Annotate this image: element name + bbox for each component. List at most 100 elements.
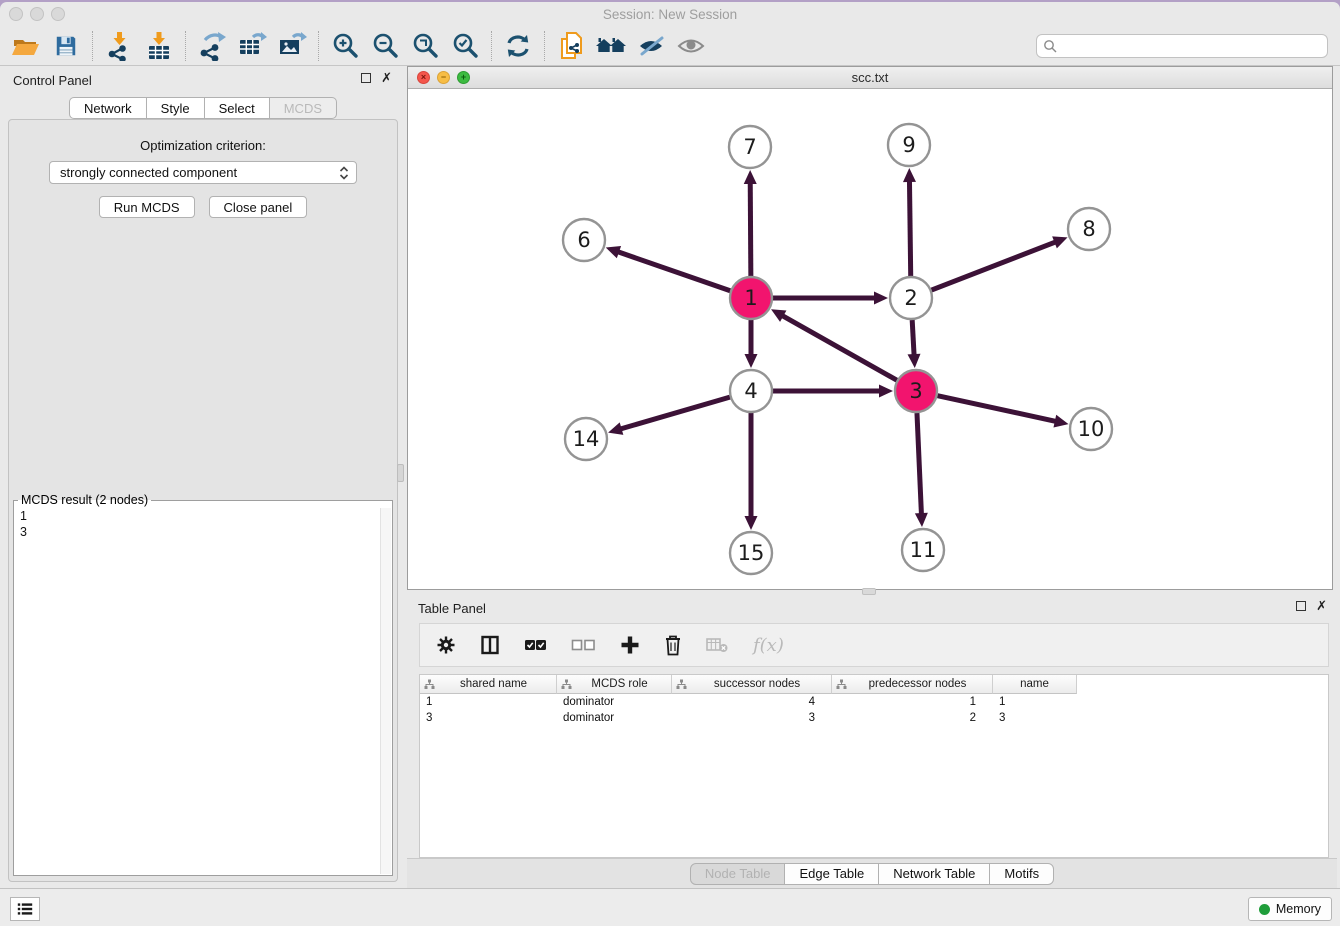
column-header-name[interactable]: name	[993, 675, 1077, 694]
table-tabs-bar: Node Table Edge Table Network Table Moti…	[407, 858, 1337, 888]
table-row[interactable]: 3 dominator 3 2 3	[420, 710, 1328, 726]
show-hidden-button[interactable]	[671, 28, 711, 64]
desktop: Session: New Session	[0, 0, 1340, 926]
toolbar-separator	[491, 31, 492, 61]
tab-select[interactable]: Select	[204, 97, 270, 119]
criterion-select[interactable]: strongly connected component	[49, 161, 357, 184]
refresh-view-button[interactable]	[498, 28, 538, 64]
open-session-button[interactable]	[6, 28, 46, 64]
export-network-button[interactable]	[192, 28, 232, 64]
tab-network-table[interactable]: Network Table	[878, 863, 990, 885]
graph-edge-arrowhead	[915, 513, 928, 527]
column-header-shared-name[interactable]: shared name	[420, 675, 557, 694]
tab-style[interactable]: Style	[146, 97, 205, 119]
network-canvas[interactable]: 1234678910111415	[408, 89, 1332, 589]
zoom-selected-icon	[451, 32, 479, 60]
tab-network[interactable]: Network	[69, 97, 147, 119]
graph-edge-2-8[interactable]	[932, 241, 1058, 290]
graph-node-label-15: 15	[738, 541, 765, 565]
column-header-mcds-role[interactable]: MCDS role	[557, 675, 672, 694]
graph-node-label-3: 3	[909, 379, 922, 403]
trash-icon	[664, 634, 682, 656]
toolbar-separator	[318, 31, 319, 61]
cell-mcds-role: dominator	[557, 694, 672, 710]
graph-edge-2-9[interactable]	[909, 179, 910, 276]
graph-node-label-2: 2	[904, 286, 917, 310]
cell-mcds-role: dominator	[557, 710, 672, 726]
memory-button[interactable]: Memory	[1248, 897, 1332, 921]
control-panel: Control Panel ✗ Network Style Select MCD…	[2, 67, 404, 888]
close-panel-button[interactable]: Close panel	[209, 196, 308, 218]
export-table-button[interactable]	[232, 28, 272, 64]
result-scrollbar[interactable]	[380, 508, 391, 874]
export-image-icon	[277, 31, 307, 61]
graph-edge-3-11[interactable]	[917, 413, 922, 516]
tab-edge-table[interactable]: Edge Table	[784, 863, 879, 885]
graph-edge-3-1[interactable]	[781, 315, 897, 381]
float-panel-icon[interactable]	[361, 73, 371, 83]
export-network-icon	[197, 31, 227, 61]
save-session-button[interactable]	[46, 28, 86, 64]
graph-node-label-10: 10	[1078, 417, 1105, 441]
create-column-button[interactable]	[620, 635, 640, 655]
clone-network-icon	[558, 31, 584, 61]
zoom-out-icon	[371, 32, 399, 60]
search-box	[1036, 34, 1328, 58]
network-view-window: × − + scc.txt 1234678910111415	[407, 66, 1333, 590]
clone-network-button[interactable]	[551, 28, 591, 64]
graph-edge-arrowhead	[608, 422, 623, 434]
window-titlebar: Session: New Session	[0, 2, 1340, 26]
table-panel: Table Panel ✗	[407, 595, 1337, 888]
graph-edge-arrowhead	[874, 292, 888, 305]
column-header-predecessor-nodes[interactable]: predecessor nodes	[832, 675, 993, 694]
column-header-successor-nodes[interactable]: successor nodes	[672, 675, 832, 694]
graph-edge-1-6[interactable]	[616, 251, 730, 291]
status-bar: Memory	[0, 888, 1340, 926]
select-all-checks-button[interactable]	[524, 638, 547, 652]
search-input[interactable]	[1061, 37, 1321, 54]
zoom-selected-button[interactable]	[445, 28, 485, 64]
graph-edge-1-7[interactable]	[750, 181, 751, 276]
close-panel-icon[interactable]: ✗	[381, 73, 392, 83]
tab-motifs[interactable]: Motifs	[989, 863, 1054, 885]
table-options-button[interactable]	[436, 635, 456, 655]
table-row[interactable]: 1 dominator 4 1 1	[420, 694, 1328, 710]
graph-node-label-8: 8	[1082, 217, 1095, 241]
network-window-title: scc.txt	[408, 70, 1332, 85]
delete-table-button[interactable]	[706, 637, 729, 653]
close-table-panel-icon[interactable]: ✗	[1316, 601, 1327, 611]
tree-icon	[561, 679, 572, 690]
checked-boxes-icon	[524, 638, 547, 652]
graph-edge-2-3[interactable]	[912, 320, 914, 357]
houses-icon	[595, 33, 627, 59]
zoom-fit-button[interactable]	[405, 28, 445, 64]
show-column-button[interactable]	[480, 635, 500, 655]
zoom-fit-icon	[411, 32, 439, 60]
graph-edge-3-10[interactable]	[937, 396, 1057, 422]
vertical-splitter-handle[interactable]	[397, 464, 404, 482]
show-full-network-button[interactable]	[591, 28, 631, 64]
function-builder-button[interactable]: f(x)	[753, 635, 784, 656]
tab-mcds[interactable]: MCDS	[269, 97, 337, 119]
import-table-button[interactable]	[139, 28, 179, 64]
hide-selected-button[interactable]	[631, 28, 671, 64]
task-history-button[interactable]	[10, 897, 40, 921]
delete-column-button[interactable]	[664, 634, 682, 656]
import-network-button[interactable]	[99, 28, 139, 64]
tab-node-table[interactable]: Node Table	[690, 863, 786, 885]
zoom-in-button[interactable]	[325, 28, 365, 64]
zoom-out-button[interactable]	[365, 28, 405, 64]
graph-edge-4-14[interactable]	[619, 397, 730, 429]
cell-name: 3	[993, 710, 1077, 726]
cell-shared-name: 3	[420, 710, 557, 726]
deselect-all-checks-button[interactable]	[571, 638, 596, 652]
tree-icon	[676, 679, 687, 690]
graph-node-label-11: 11	[910, 538, 937, 562]
cell-successor-nodes: 3	[672, 710, 832, 726]
export-image-button[interactable]	[272, 28, 312, 64]
unchecked-boxes-icon	[571, 638, 596, 652]
mcds-result-line: 3	[20, 524, 386, 540]
float-table-panel-icon[interactable]	[1296, 601, 1306, 611]
run-mcds-button[interactable]: Run MCDS	[99, 196, 195, 218]
horizontal-splitter-handle[interactable]	[862, 588, 876, 595]
